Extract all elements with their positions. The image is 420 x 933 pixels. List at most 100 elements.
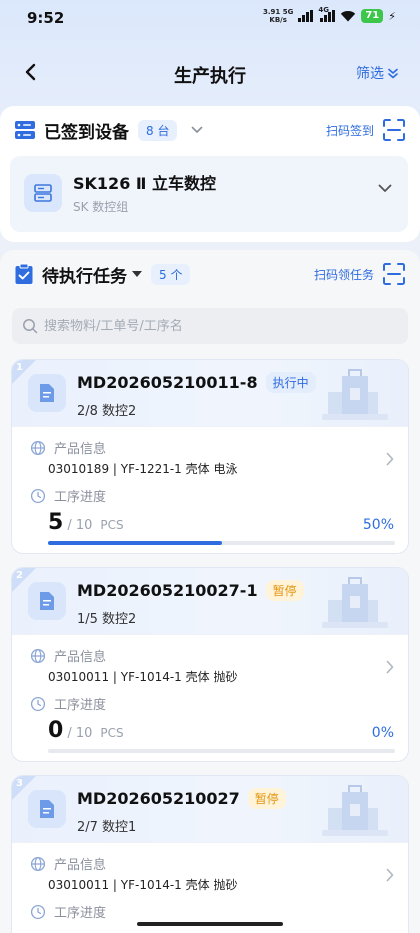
task-index: 1	[16, 362, 23, 373]
signal-4g-icon: 4G	[318, 6, 336, 22]
factory-illustration-icon	[322, 577, 388, 628]
signed-devices-card: 已签到设备 8 台 扫码签到 SK126 Ⅱ 立车数控 SK 数控组	[0, 106, 420, 242]
progress-count: 0 / 10 PCS	[48, 718, 124, 743]
status-time: 9:52	[27, 9, 65, 27]
status-icons: 3.91 5G KB/s 4G 71 ⚡	[263, 6, 396, 24]
progress-percent: 50%	[362, 517, 394, 533]
scan-icon	[383, 119, 405, 141]
scan-icon	[383, 263, 405, 285]
document-icon	[28, 790, 66, 828]
devices-title: 已签到设备	[44, 122, 129, 143]
device-name: SK126 Ⅱ 立车数控	[73, 174, 217, 193]
back-button[interactable]	[18, 60, 42, 84]
chevron-down-icon	[378, 184, 392, 192]
task-index: 3	[16, 778, 23, 789]
factory-illustration-icon	[322, 785, 388, 836]
scan-signin-button[interactable]: 扫码签到	[326, 118, 406, 142]
clock-icon	[30, 488, 46, 503]
progress-info-row: 工序进度	[30, 486, 106, 505]
progress-done: 5	[48, 510, 64, 535]
search-input[interactable]	[44, 318, 384, 334]
globe-icon	[30, 648, 46, 663]
task-title-row: MD202605210027 暂停	[77, 788, 286, 809]
task-code: MD202605210027-1	[77, 581, 258, 600]
filter-label: 筛选	[356, 66, 384, 82]
task-step: 2/8 数控2	[77, 404, 137, 419]
chevron-down-icon[interactable]	[191, 126, 203, 134]
product-info-value: 03010011 | YF-1014-1 壳体 抛砂	[48, 878, 238, 892]
chevron-right-icon[interactable]	[386, 660, 394, 674]
chevron-right-icon[interactable]	[386, 868, 394, 882]
product-info-value: 03010189 | YF-1221-1 壳体 电泳	[48, 462, 238, 476]
task-card[interactable]: 3 MD202605210027 暂停 2/7 数控1 产品信息 0301001…	[11, 775, 409, 933]
task-step: 2/7 数控1	[77, 820, 137, 835]
signal-5g-icon	[298, 10, 314, 22]
product-info-label: 产品信息	[54, 650, 107, 665]
factory-illustration-icon	[322, 369, 388, 420]
scan-signin-label: 扫码签到	[325, 123, 374, 138]
progress-done: 0	[48, 718, 64, 743]
search-icon	[23, 319, 38, 334]
task-title-row: MD202605210027-1 暂停	[77, 580, 304, 601]
chevron-right-icon[interactable]	[386, 452, 394, 466]
scan-task-label: 扫码领任务	[313, 267, 374, 282]
app-header: 生产执行 筛选	[0, 48, 420, 100]
progress-bar-fill	[48, 541, 222, 545]
status-bar: 9:52 3.91 5G KB/s 4G 71 ⚡	[0, 0, 420, 36]
tasks-title: 待执行任务	[42, 266, 127, 287]
progress-bar	[48, 541, 395, 545]
tasks-header: 待执行任务 5 个 扫码领任务	[14, 262, 406, 287]
task-code: MD202605210011-8	[77, 373, 258, 392]
net-speed-unit: KB/s	[269, 16, 287, 24]
device-item[interactable]: SK126 Ⅱ 立车数控 SK 数控组	[10, 156, 408, 232]
caret-down-icon[interactable]	[132, 271, 142, 277]
progress-unit: PCS	[100, 726, 124, 740]
progress-info-row: 工序进度	[30, 902, 106, 921]
progress-label: 工序进度	[54, 698, 107, 713]
clock-icon	[30, 696, 46, 711]
product-info-row: 产品信息	[30, 438, 106, 457]
product-info-label: 产品信息	[54, 442, 107, 457]
scan-task-button[interactable]: 扫码领任务	[314, 262, 406, 286]
task-code: MD202605210027	[77, 789, 240, 808]
network-speed: 3.91 5G KB/s	[263, 8, 293, 24]
status-badge: 执行中	[265, 372, 316, 393]
devices-header: 已签到设备 8 台 扫码签到	[14, 118, 406, 143]
document-icon	[28, 582, 66, 620]
net-4g-label: 4G	[318, 6, 329, 14]
progress-percent: 0%	[371, 725, 394, 741]
product-info-label: 产品信息	[54, 858, 107, 873]
net-speed-value: 3.91	[263, 8, 281, 16]
task-index: 2	[16, 570, 23, 581]
task-card[interactable]: 2 MD202605210027-1 暂停 1/5 数控2 产品信息 03010…	[11, 567, 409, 762]
progress-total: / 10	[67, 726, 93, 741]
task-title-row: MD202605210011-8 执行中	[77, 372, 316, 393]
double-chevron-down-icon	[388, 68, 398, 78]
net-5g-label: 5G	[282, 8, 294, 16]
product-info-row: 产品信息	[30, 646, 106, 665]
progress-label: 工序进度	[54, 490, 107, 505]
progress-label: 工序进度	[54, 906, 107, 921]
chevron-left-icon	[25, 63, 36, 81]
divider	[12, 842, 408, 843]
globe-icon	[30, 440, 46, 455]
globe-icon	[30, 856, 46, 871]
tasks-count-badge: 5 个	[151, 263, 191, 285]
progress-count: 5 / 10 PCS	[48, 510, 124, 535]
filter-button[interactable]: 筛选	[356, 63, 398, 83]
battery-indicator: 71	[361, 9, 384, 23]
document-icon	[28, 374, 66, 412]
clipboard-check-icon	[15, 263, 33, 284]
product-info-value: 03010011 | YF-1014-1 壳体 抛砂	[48, 670, 238, 684]
status-badge: 暂停	[247, 788, 286, 809]
task-card[interactable]: 1 MD202605210011-8 执行中 2/8 数控2 产品信息 0301…	[11, 359, 409, 554]
search-box[interactable]	[12, 308, 408, 344]
home-indicator[interactable]	[137, 922, 283, 926]
progress-total: / 10	[67, 518, 93, 533]
device-group: SK 数控组	[73, 200, 129, 214]
wifi-icon	[341, 10, 356, 22]
divider	[12, 634, 408, 635]
server-icon	[15, 121, 35, 139]
devices-count-badge: 8 台	[138, 119, 178, 141]
task-step: 1/5 数控2	[77, 612, 137, 627]
